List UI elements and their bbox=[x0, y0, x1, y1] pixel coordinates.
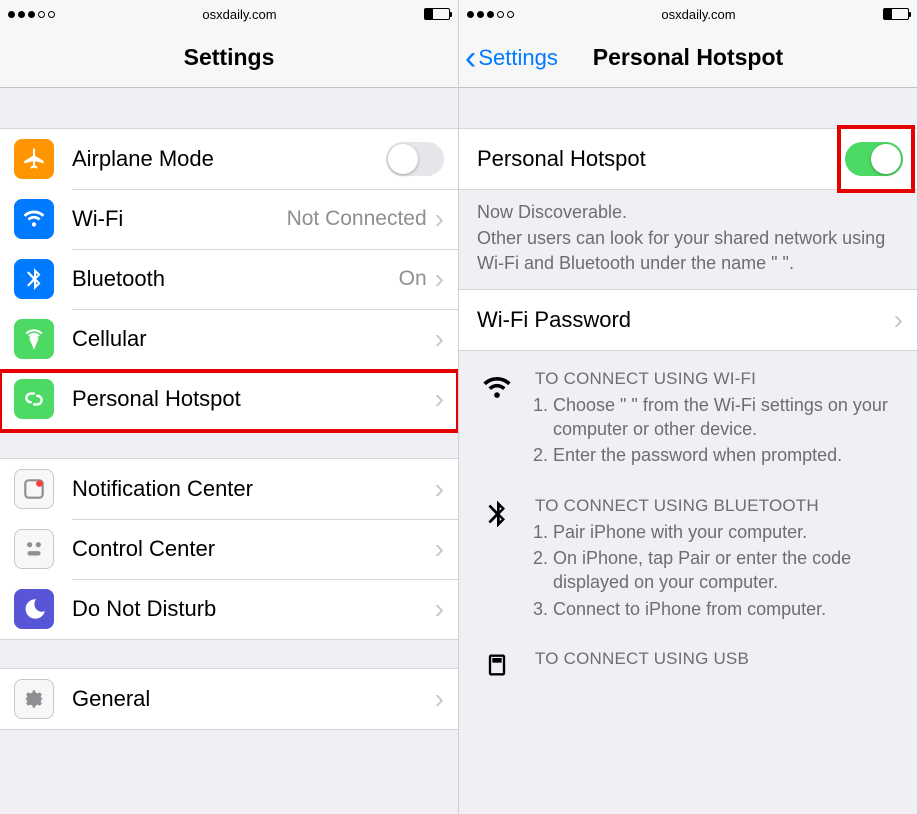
row-bluetooth[interactable]: Bluetooth On › bbox=[0, 249, 458, 309]
nav-bar: ‹ Settings Personal Hotspot bbox=[459, 28, 917, 88]
cellular-icon bbox=[14, 319, 54, 359]
hotspot-toggle-label: Personal Hotspot bbox=[477, 146, 646, 172]
status-bar: osxdaily.com bbox=[459, 0, 917, 28]
wifi-step-1: Choose " " from the Wi-Fi settings on yo… bbox=[553, 393, 899, 442]
usb-icon bbox=[477, 649, 517, 679]
row-wifi-password[interactable]: Wi-Fi Password › bbox=[459, 290, 917, 350]
control-center-icon bbox=[14, 529, 54, 569]
wifi-icon bbox=[477, 369, 517, 470]
airplane-toggle[interactable] bbox=[386, 142, 444, 176]
bluetooth-icon bbox=[14, 259, 54, 299]
row-do-not-disturb[interactable]: Do Not Disturb › bbox=[0, 579, 458, 639]
row-notification-center[interactable]: Notification Center › bbox=[0, 459, 458, 519]
row-general[interactable]: General › bbox=[0, 669, 458, 729]
battery-icon bbox=[424, 8, 450, 20]
hotspot-screen: osxdaily.com ‹ Settings Personal Hotspot… bbox=[459, 0, 918, 814]
bluetooth-icon bbox=[477, 496, 517, 623]
gear-icon bbox=[14, 679, 54, 719]
hotspot-icon bbox=[14, 379, 54, 419]
wifi-password-label: Wi-Fi Password bbox=[477, 307, 631, 333]
row-wifi[interactable]: Wi-Fi Not Connected › bbox=[0, 189, 458, 249]
instructions-bluetooth: TO CONNECT USING BLUETOOTH Pair iPhone w… bbox=[459, 478, 917, 631]
discoverable-title: Now Discoverable. bbox=[477, 200, 899, 224]
nav-bar: Settings bbox=[0, 28, 458, 88]
row-personal-hotspot[interactable]: Personal Hotspot › bbox=[0, 369, 458, 429]
page-title: Personal Hotspot bbox=[593, 44, 783, 71]
wifi-instructions-header: TO CONNECT USING WI-FI bbox=[535, 369, 899, 389]
instructions-wifi: TO CONNECT USING WI-FI Choose " " from t… bbox=[459, 351, 917, 478]
row-hotspot-toggle[interactable]: Personal Hotspot bbox=[459, 129, 917, 189]
instructions-usb: TO CONNECT USING USB bbox=[459, 631, 917, 679]
signal-dots bbox=[8, 11, 55, 18]
battery-icon bbox=[883, 8, 909, 20]
notification-label: Notification Center bbox=[72, 476, 253, 502]
signal-dots bbox=[467, 11, 514, 18]
settings-screen: osxdaily.com Settings Airplane Mode Wi- bbox=[0, 0, 459, 814]
usb-instructions-header: TO CONNECT USING USB bbox=[535, 649, 899, 669]
cellular-label: Cellular bbox=[72, 326, 147, 352]
airplane-icon bbox=[14, 139, 54, 179]
bluetooth-label: Bluetooth bbox=[72, 266, 165, 292]
wifi-icon bbox=[14, 199, 54, 239]
notification-icon bbox=[14, 469, 54, 509]
hotspot-label: Personal Hotspot bbox=[72, 386, 241, 412]
wifi-step-2: Enter the password when prompted. bbox=[553, 443, 899, 467]
back-button[interactable]: ‹ Settings bbox=[465, 45, 558, 71]
dnd-label: Do Not Disturb bbox=[72, 596, 216, 622]
control-center-label: Control Center bbox=[72, 536, 215, 562]
bt-step-3: Connect to iPhone from computer. bbox=[553, 597, 899, 621]
row-cellular[interactable]: Cellular › bbox=[0, 309, 458, 369]
bt-instructions-header: TO CONNECT USING BLUETOOTH bbox=[535, 496, 899, 516]
dnd-icon bbox=[14, 589, 54, 629]
general-label: General bbox=[72, 686, 150, 712]
bluetooth-value: On bbox=[399, 267, 427, 291]
status-url: osxdaily.com bbox=[202, 7, 276, 22]
discoverable-body: Other users can look for your shared net… bbox=[477, 226, 899, 275]
back-label: Settings bbox=[478, 45, 558, 71]
page-title: Settings bbox=[184, 44, 275, 71]
bt-step-2: On iPhone, tap Pair or enter the code di… bbox=[553, 546, 899, 595]
wifi-value: Not Connected bbox=[287, 207, 427, 231]
status-url: osxdaily.com bbox=[661, 7, 735, 22]
row-control-center[interactable]: Control Center › bbox=[0, 519, 458, 579]
bt-step-1: Pair iPhone with your computer. bbox=[553, 520, 899, 544]
status-bar: osxdaily.com bbox=[0, 0, 458, 28]
hotspot-toggle[interactable] bbox=[845, 142, 903, 176]
wifi-label: Wi-Fi bbox=[72, 206, 123, 232]
row-airplane-mode[interactable]: Airplane Mode bbox=[0, 129, 458, 189]
airplane-label: Airplane Mode bbox=[72, 146, 214, 172]
